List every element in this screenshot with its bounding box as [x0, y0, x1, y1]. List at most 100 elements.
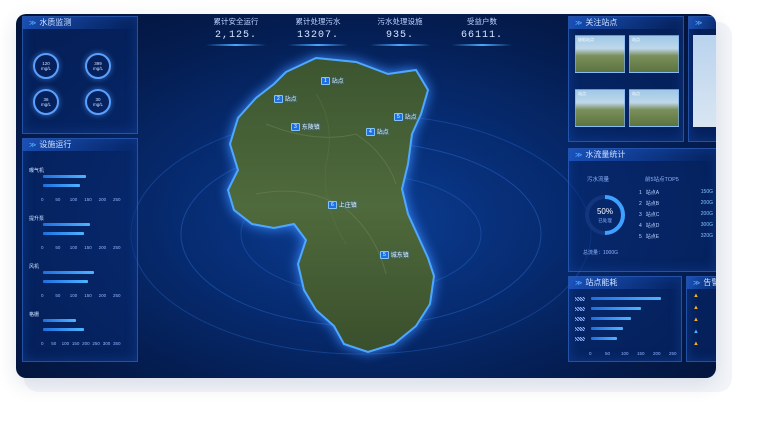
- marker-number: 4: [366, 127, 375, 136]
- axis-tick: 250: [113, 197, 121, 202]
- axis-tick: 150: [84, 197, 92, 202]
- marker-label: 东陵镇: [301, 125, 320, 131]
- top-list-row[interactable]: 1 站点A 150G: [639, 189, 715, 200]
- warning-icon[interactable]: ▲: [693, 317, 699, 323]
- energy-bar: [591, 297, 661, 300]
- equipment-bar-chart: 曝气机 0 50 100 150 200 250 提升泵 0 50 100 150 200 250 风机 0 5…: [23, 139, 137, 361]
- stat-label: 污水处理设施: [377, 17, 423, 26]
- stat-underline: [452, 44, 512, 46]
- axis-tick: 50: [55, 293, 61, 298]
- row-value: 150G: [700, 189, 713, 195]
- site-photo[interactable]: 站点: [575, 89, 625, 127]
- top-list-row[interactable]: 5 站点E 320G: [639, 233, 715, 244]
- marker-label: 站点: [404, 115, 417, 121]
- chevron-icon: ≫: [695, 20, 703, 27]
- water-stats-panel: ≫ 水流量统计 污水流量 50% 已处理 总流量：1000G 前5站点TOP5 1…: [568, 148, 716, 272]
- axis-tick: 200: [98, 245, 107, 250]
- gauge: 36 mg/L: [33, 89, 59, 115]
- map-marker[interactable]: 2 站点: [274, 94, 297, 103]
- chevron-icon: ≫: [693, 280, 701, 287]
- marker-label: 上庄镇: [338, 203, 357, 209]
- axis-tick: 100: [621, 351, 629, 356]
- map-marker[interactable]: 3 东陵镇: [291, 122, 320, 131]
- stat-value: 935.: [385, 30, 414, 41]
- marker-number: 1: [321, 76, 330, 85]
- top-list: 1 站点A 150G 2 站点B 200G 3 站点C 200G 4 站点D 300G 5 站点E 320G: [639, 189, 715, 244]
- axis-tick: 50: [51, 341, 57, 346]
- donut-subtitle: 已处理: [598, 218, 612, 223]
- energy-stripe-icon: [575, 327, 585, 331]
- site-photo[interactable]: 站点: [629, 89, 679, 127]
- axis-tick: 250: [113, 293, 121, 298]
- row-name: 站点E: [645, 234, 660, 240]
- total-flow: 总流量：1000G: [583, 250, 619, 256]
- axis-tick: 0: [41, 341, 44, 346]
- map-marker[interactable]: 4 站点: [366, 127, 389, 136]
- marker-number: 2: [274, 94, 283, 103]
- energy-bar: [591, 327, 623, 330]
- map-marker[interactable]: 5 站点: [394, 112, 417, 121]
- stat-value: 66111.: [460, 30, 503, 41]
- row-rank: 1: [639, 190, 642, 196]
- donut-percent: 50%: [596, 207, 613, 216]
- row-value: 320G: [700, 233, 713, 239]
- axis-tick: 50: [55, 197, 61, 202]
- marker-label: 站点: [331, 79, 344, 85]
- stat-label: 受益户数: [467, 17, 497, 26]
- energy-stripe-icon: [575, 307, 585, 311]
- stat-underline: [288, 44, 348, 46]
- row-name: 站点B: [645, 201, 660, 207]
- axis-tick: 200: [98, 293, 107, 298]
- row-rank: 5: [639, 234, 642, 240]
- axis-tick: 200: [82, 341, 90, 346]
- map-marker[interactable]: 1 站点: [321, 76, 344, 85]
- row-value: 300G: [700, 222, 713, 228]
- stat-underline: [206, 44, 266, 46]
- top-list-row[interactable]: 4 站点D 300G: [639, 222, 715, 233]
- warning-icon[interactable]: ▲: [693, 293, 699, 299]
- warning-icon[interactable]: ▲: [693, 329, 699, 335]
- axis-tick: 100: [69, 197, 78, 202]
- alarm-panel: ≫ 告警 ▲ ▲ ▲ ▲ ▲: [686, 276, 716, 362]
- panel-title: ≫ 水流量统计: [569, 149, 716, 161]
- gauge: 399 mg/L: [85, 53, 111, 79]
- site-photo[interactable]: 缺陷站点: [575, 35, 625, 73]
- chevron-icon: ≫: [575, 20, 583, 27]
- section-label: 风机: [29, 264, 40, 270]
- marker-number: 3: [291, 122, 300, 131]
- equipment-bar: [43, 280, 88, 283]
- axis-tick: 100: [69, 245, 78, 250]
- chevron-icon: ≫: [575, 152, 583, 159]
- site-photo[interactable]: [693, 35, 716, 127]
- energy-bar: [591, 337, 617, 340]
- equipment-bar: [43, 319, 76, 322]
- map-marker[interactable]: 5 城东镇: [380, 250, 409, 259]
- row-name: 站点D: [645, 223, 660, 229]
- axis-tick: 50: [605, 351, 611, 356]
- axis-tick: 100: [61, 341, 70, 346]
- energy-stripe-icon: [575, 297, 585, 301]
- map-marker[interactable]: 6 上庄镇: [328, 200, 357, 209]
- panel-title: ≫ 水质监测: [23, 17, 137, 29]
- section-label: 提升泵: [29, 216, 45, 222]
- axis-tick: 250: [113, 245, 121, 250]
- warning-icon[interactable]: ▲: [693, 305, 699, 311]
- panel-title: ≫: [689, 17, 716, 29]
- row-name: 站点A: [645, 190, 660, 196]
- row-name: 站点C: [645, 212, 660, 218]
- top-list-row[interactable]: 2 站点B 200G: [639, 200, 715, 211]
- row-rank: 3: [639, 212, 642, 218]
- equipment-bar: [43, 328, 84, 331]
- site-photo[interactable]: 站点: [629, 35, 679, 73]
- axis-tick: 250: [669, 351, 677, 356]
- warning-icon[interactable]: ▲: [693, 341, 699, 347]
- axis-tick: 150: [637, 351, 645, 356]
- marker-label: 站点: [284, 97, 297, 103]
- equipment-bar: [43, 232, 84, 235]
- axis-tick: 200: [98, 197, 107, 202]
- water-quality-panel: ≫ 水质监测 120 mg/L 399 mg/L 36 mg/L 30 mg/L: [22, 16, 138, 134]
- top-list-row[interactable]: 3 站点C 200G: [639, 211, 715, 222]
- axis-tick: 300: [102, 341, 111, 346]
- marker-number: 5: [394, 112, 403, 121]
- right-edge-panel: ≫: [688, 16, 716, 142]
